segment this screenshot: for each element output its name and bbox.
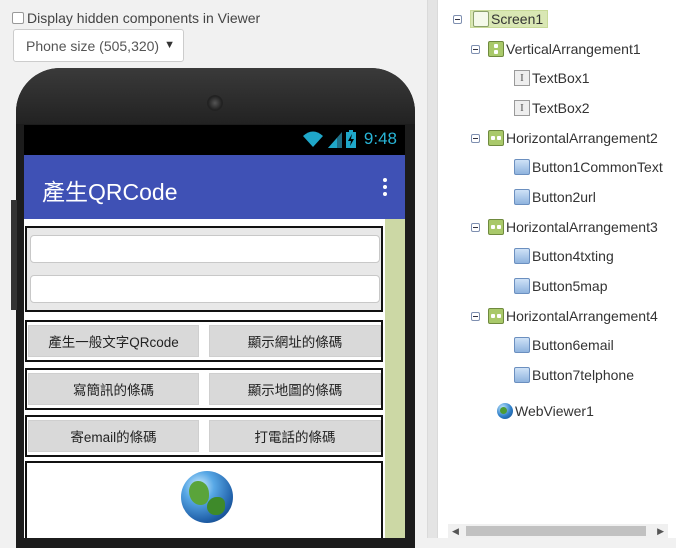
button2-url[interactable]: 顯示網址的條碼 bbox=[209, 325, 381, 357]
button7-telphone[interactable]: 打電話的條碼 bbox=[209, 420, 381, 452]
button5-map[interactable]: 顯示地圖的條碼 bbox=[209, 373, 381, 405]
webviewer[interactable] bbox=[25, 461, 383, 538]
tree-label: Button6email bbox=[532, 337, 614, 353]
tree-label: VerticalArrangement1 bbox=[506, 41, 641, 57]
horizontal-arrangement-2[interactable]: 產生一般文字QRcode 顯示網址的條碼 bbox=[25, 320, 383, 362]
horizontal-arrangement-icon bbox=[488, 130, 504, 146]
app-title: 產生QRCode bbox=[42, 179, 178, 205]
tree-item-horizontalarrangement3[interactable]: HorizontalArrangement3 bbox=[471, 216, 658, 238]
tree-item-textbox2[interactable]: I TextBox2 bbox=[514, 97, 590, 119]
status-bar: 9:48 bbox=[24, 125, 405, 155]
tree-item-button1commontext[interactable]: Button1CommonText bbox=[514, 156, 663, 178]
button1-common-text[interactable]: 產生一般文字QRcode bbox=[28, 325, 199, 357]
chevron-down-icon: ▼ bbox=[164, 39, 175, 51]
horizontal-arrangement-icon bbox=[488, 219, 504, 235]
tree-label: Button2url bbox=[532, 189, 596, 205]
horizontal-arrangement-icon bbox=[488, 308, 504, 324]
phone-screen: 9:48 產生QRCode 產生一般文字QRcode 顯示網址的條碼 寫簡訊的條… bbox=[24, 125, 405, 538]
status-time: 9:48 bbox=[363, 129, 397, 148]
horizontal-arrangement-4[interactable]: 寄email的條碼 打電話的條碼 bbox=[25, 415, 383, 457]
scroll-left-icon[interactable]: ◀ bbox=[452, 526, 459, 537]
wifi-icon bbox=[302, 131, 323, 147]
collapse-icon[interactable] bbox=[453, 14, 462, 24]
tree-item-textbox1[interactable]: I TextBox1 bbox=[514, 67, 590, 89]
tree-item-horizontalarrangement2[interactable]: HorizontalArrangement2 bbox=[471, 127, 658, 149]
panel-divider[interactable] bbox=[427, 0, 438, 538]
horizontal-arrangement-3[interactable]: 寫簡訊的條碼 顯示地圖的條碼 bbox=[25, 368, 383, 410]
tree-item-verticalarrangement1[interactable]: VerticalArrangement1 bbox=[471, 38, 641, 60]
tree-item-horizontalarrangement4[interactable]: HorizontalArrangement4 bbox=[471, 305, 658, 327]
phone-size-value: Phone size (505,320) bbox=[26, 38, 160, 54]
textbox1[interactable] bbox=[30, 235, 380, 263]
tree-item-webviewer1[interactable]: WebViewer1 bbox=[497, 400, 594, 422]
components-tree: Screen1 VerticalArrangement1 I TextBox1 … bbox=[438, 0, 676, 538]
tree-label: WebViewer1 bbox=[515, 403, 594, 419]
textbox-icon: I bbox=[514, 70, 530, 86]
screen-scroll-strip bbox=[385, 219, 405, 538]
display-hidden-label: Display hidden components in Viewer bbox=[27, 10, 261, 26]
tree-label: Button4txting bbox=[532, 248, 614, 264]
screen-content: 產生一般文字QRcode 顯示網址的條碼 寫簡訊的條碼 顯示地圖的條碼 寄ema… bbox=[24, 219, 405, 538]
button-icon bbox=[514, 278, 530, 294]
tree-label: HorizontalArrangement2 bbox=[506, 130, 658, 146]
scroll-right-icon[interactable]: ▶ bbox=[657, 526, 664, 537]
button-icon bbox=[514, 337, 530, 353]
vertical-arrangement-icon bbox=[488, 41, 504, 57]
display-hidden-checkbox[interactable] bbox=[12, 12, 24, 24]
screen-icon bbox=[473, 11, 489, 27]
app-title-bar: 產生QRCode bbox=[24, 155, 405, 219]
tree-label: TextBox1 bbox=[532, 70, 590, 86]
scrollbar-thumb[interactable] bbox=[466, 526, 646, 536]
textbox2[interactable] bbox=[30, 275, 380, 303]
tree-item-screen1[interactable]: Screen1 bbox=[453, 8, 549, 30]
phone-side-button bbox=[11, 200, 17, 310]
display-hidden-row[interactable]: Display hidden components in Viewer bbox=[12, 10, 260, 26]
tree-item-button2url[interactable]: Button2url bbox=[514, 186, 596, 208]
tree-item-button7telphone[interactable]: Button7telphone bbox=[514, 364, 634, 386]
tree-horizontal-scrollbar[interactable]: ◀ ▶ bbox=[448, 524, 668, 538]
tree-label: Button5map bbox=[532, 278, 608, 294]
overflow-menu-icon[interactable] bbox=[383, 178, 387, 199]
phone-speaker-icon bbox=[207, 95, 223, 111]
collapse-icon[interactable] bbox=[471, 222, 480, 232]
tree-label: HorizontalArrangement3 bbox=[506, 219, 658, 235]
tree-item-button5map[interactable]: Button5map bbox=[514, 275, 608, 297]
signal-icon bbox=[327, 132, 342, 148]
button4-txting[interactable]: 寫簡訊的條碼 bbox=[28, 373, 199, 405]
tree-label: TextBox2 bbox=[532, 100, 590, 116]
tree-label: Screen1 bbox=[491, 11, 544, 27]
button-icon bbox=[514, 159, 530, 175]
vertical-arrangement[interactable] bbox=[25, 226, 383, 312]
tree-label: Button7telphone bbox=[532, 367, 634, 383]
globe-icon bbox=[181, 471, 233, 523]
phone-size-select[interactable]: Phone size (505,320) ▼ bbox=[13, 29, 184, 62]
battery-icon bbox=[345, 130, 356, 148]
collapse-icon[interactable] bbox=[471, 311, 480, 321]
textbox-icon: I bbox=[514, 100, 530, 116]
collapse-icon[interactable] bbox=[471, 133, 480, 143]
button-icon bbox=[514, 367, 530, 383]
button-icon bbox=[514, 248, 530, 264]
collapse-icon[interactable] bbox=[471, 44, 480, 54]
viewer-panel: Display hidden components in Viewer Phon… bbox=[0, 0, 427, 548]
button-icon bbox=[514, 189, 530, 205]
tree-item-button6email[interactable]: Button6email bbox=[514, 334, 614, 356]
globe-icon bbox=[497, 403, 513, 419]
tree-label: HorizontalArrangement4 bbox=[506, 308, 658, 324]
tree-label: Button1CommonText bbox=[532, 159, 663, 175]
tree-item-button4txting[interactable]: Button4txting bbox=[514, 245, 614, 267]
button6-email[interactable]: 寄email的條碼 bbox=[28, 420, 199, 452]
